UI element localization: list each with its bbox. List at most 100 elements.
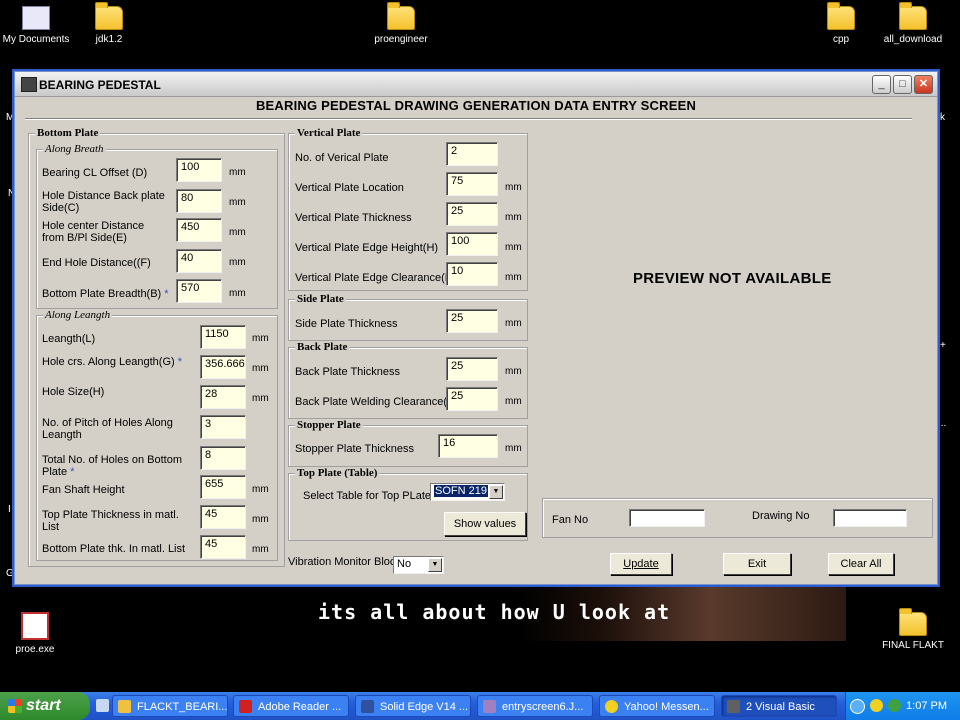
- taskbar-item-yahoo-messenger[interactable]: Yahoo! Messen...: [599, 695, 715, 717]
- unit-label: mm: [505, 242, 522, 253]
- top-plate-thickness-input[interactable]: 45: [200, 505, 246, 529]
- taskbar-clock: 1:07 PM: [906, 700, 947, 712]
- fan-no-label: Fan No: [552, 514, 589, 526]
- desktop-icon-proengineer[interactable]: proengineer: [356, 2, 446, 45]
- taskbar-item-solid-edge[interactable]: Solid Edge V14 ...: [355, 695, 471, 717]
- field-label: Bottom Plate Breadth(B) *: [42, 288, 177, 300]
- folder-icon: [899, 2, 927, 30]
- total-holes-input[interactable]: 8: [200, 446, 246, 470]
- show-values-button[interactable]: Show values: [444, 512, 526, 536]
- yahoo-tray-icon[interactable]: [870, 699, 883, 712]
- field-label: Back Plate Welding Clearance(A): [295, 396, 459, 408]
- wallpaper-banner: its all about how U look at: [302, 586, 846, 641]
- vertical-plate-location-input[interactable]: 75: [446, 172, 498, 196]
- desktop-icon-label: proengineer: [374, 34, 428, 45]
- bottom-plate-thk-input[interactable]: 45: [200, 535, 246, 559]
- hole-crs-along-length-input[interactable]: 356.666: [200, 355, 246, 379]
- update-button[interactable]: Update: [610, 553, 672, 575]
- clear-all-button[interactable]: Clear All: [828, 553, 894, 575]
- taskbar-item-label: Adobe Reader ...: [258, 701, 342, 713]
- vertical-plate-edge-clearance-input[interactable]: 10: [446, 262, 498, 286]
- taskbar-item-visual-basic[interactable]: 2 Visual Basic: [721, 695, 837, 717]
- maximize-button[interactable]: □: [893, 75, 912, 94]
- back-plate-welding-clearance-input[interactable]: 25: [446, 387, 498, 411]
- hole-center-distance-input[interactable]: 450: [176, 218, 222, 242]
- desktop-icon-all-download[interactable]: all_download: [868, 2, 958, 45]
- window-titlebar[interactable]: BEARING PEDESTAL _ □ ✕: [15, 72, 937, 97]
- unit-label: mm: [229, 227, 246, 238]
- unit-label: mm: [229, 288, 246, 299]
- selected-value: No: [397, 558, 412, 570]
- document-folder-icon: [22, 6, 50, 30]
- desktop-icon-jdk[interactable]: jdk1.2: [64, 2, 154, 45]
- bearing-pedestal-window: BEARING PEDESTAL _ □ ✕ BEARING PEDESTAL …: [14, 71, 938, 585]
- field-label-text: Bottom Plate Breadth(B): [42, 288, 162, 300]
- fan-shaft-height-input[interactable]: 655: [200, 475, 246, 499]
- unit-label: mm: [505, 212, 522, 223]
- hole-distance-back-plate-input[interactable]: 80: [176, 189, 222, 213]
- taskbar-item-flackt[interactable]: FLACKT_BEARI...: [112, 695, 228, 717]
- bottom-plate-breadth-input[interactable]: 570: [176, 279, 222, 303]
- adobe-reader-icon: [239, 700, 252, 713]
- exit-button[interactable]: Exit: [723, 553, 791, 575]
- quick-launch-icon[interactable]: [96, 699, 109, 712]
- start-button[interactable]: start: [0, 692, 90, 720]
- folder-icon: [827, 2, 855, 30]
- bearing-cl-offset-input[interactable]: 100: [176, 158, 222, 182]
- dropdown-arrow-icon[interactable]: ▼: [428, 558, 442, 572]
- side-plate-thickness-input[interactable]: 25: [446, 309, 498, 333]
- taskbar-item-adobe-reader[interactable]: Adobe Reader ...: [233, 695, 349, 717]
- desktop-icon-proe-exe[interactable]: proe.exe: [0, 612, 80, 655]
- top-plate-table-select[interactable]: SOFN 219 ▼: [430, 483, 505, 501]
- unit-label: mm: [252, 514, 269, 525]
- java-file-icon: [483, 700, 496, 713]
- visual-basic-icon: [727, 700, 740, 713]
- preview-placeholder: PREVIEW NOT AVAILABLE: [633, 270, 832, 287]
- vertical-plate-thickness-input[interactable]: 25: [446, 202, 498, 226]
- desktop-icon-final-flakt[interactable]: FINAL FLAKT: [868, 608, 958, 651]
- hole-size-input[interactable]: 28: [200, 385, 246, 409]
- desktop-edge-text: I: [8, 504, 11, 515]
- vertical-plate-edge-height-input[interactable]: 100: [446, 232, 498, 256]
- side-plate-title: Side Plate: [295, 293, 346, 305]
- fan-no-input[interactable]: [629, 509, 705, 527]
- dropdown-arrow-icon[interactable]: ▼: [489, 485, 503, 499]
- field-label: Bottom Plate thk. In matl. List: [42, 543, 186, 555]
- taskbar-item-entryscreen[interactable]: entryscreen6.J...: [477, 695, 593, 717]
- end-hole-distance-input[interactable]: 40: [176, 249, 222, 273]
- tray-expand-icon[interactable]: [850, 699, 865, 714]
- pitch-of-holes-input[interactable]: 3: [200, 415, 246, 439]
- unit-label: mm: [505, 366, 522, 377]
- no-of-vertical-plate-input[interactable]: 2: [446, 142, 498, 166]
- required-star: *: [177, 356, 183, 368]
- taskbar: start FLACKT_BEARI... Adobe Reader ... S…: [0, 692, 960, 720]
- desktop-edge-text: +: [940, 340, 946, 351]
- required-star: *: [164, 288, 169, 300]
- bottom-plate-title: Bottom Plate: [35, 127, 101, 139]
- drawing-no-input[interactable]: [833, 509, 907, 527]
- length-input[interactable]: 1150: [200, 325, 246, 349]
- field-label: Back Plate Thickness: [295, 366, 400, 378]
- desktop-icon-label: jdk1.2: [95, 34, 123, 45]
- side-plate-group: Side Plate Side Plate Thickness 25 mm: [288, 293, 528, 341]
- app-window-icon: [21, 77, 37, 92]
- solid-edge-icon: [361, 700, 374, 713]
- unit-label: mm: [252, 393, 269, 404]
- minimize-button[interactable]: _: [872, 75, 891, 94]
- back-plate-thickness-input[interactable]: 25: [446, 357, 498, 381]
- drawing-no-label: Drawing No: [752, 510, 810, 522]
- tray-status-icon[interactable]: [888, 699, 901, 712]
- desktop-icon-label: My Documents: [2, 34, 70, 45]
- top-plate-group: Top Plate (Table) Select Table for Top P…: [288, 467, 528, 541]
- close-button[interactable]: ✕: [914, 75, 933, 94]
- vibration-monitor-select[interactable]: No ▼: [393, 556, 444, 574]
- bottom-plate-group: Bottom Plate Along Breath Bearing CL Off…: [28, 127, 285, 567]
- field-label-text: Hole crs. Along Leangth(G): [42, 356, 175, 368]
- field-label: Vertical Plate Location: [295, 182, 404, 194]
- stopper-plate-title: Stopper Plate: [295, 419, 363, 431]
- taskbar-item-label: 2 Visual Basic: [746, 701, 815, 713]
- stopper-plate-thickness-input[interactable]: 16: [438, 434, 498, 458]
- field-label: No. of Pitch of Holes Along Leangth: [42, 417, 173, 441]
- windows-logo-icon: [8, 699, 22, 713]
- field-label: Vertical Plate Edge Height(H): [295, 242, 439, 254]
